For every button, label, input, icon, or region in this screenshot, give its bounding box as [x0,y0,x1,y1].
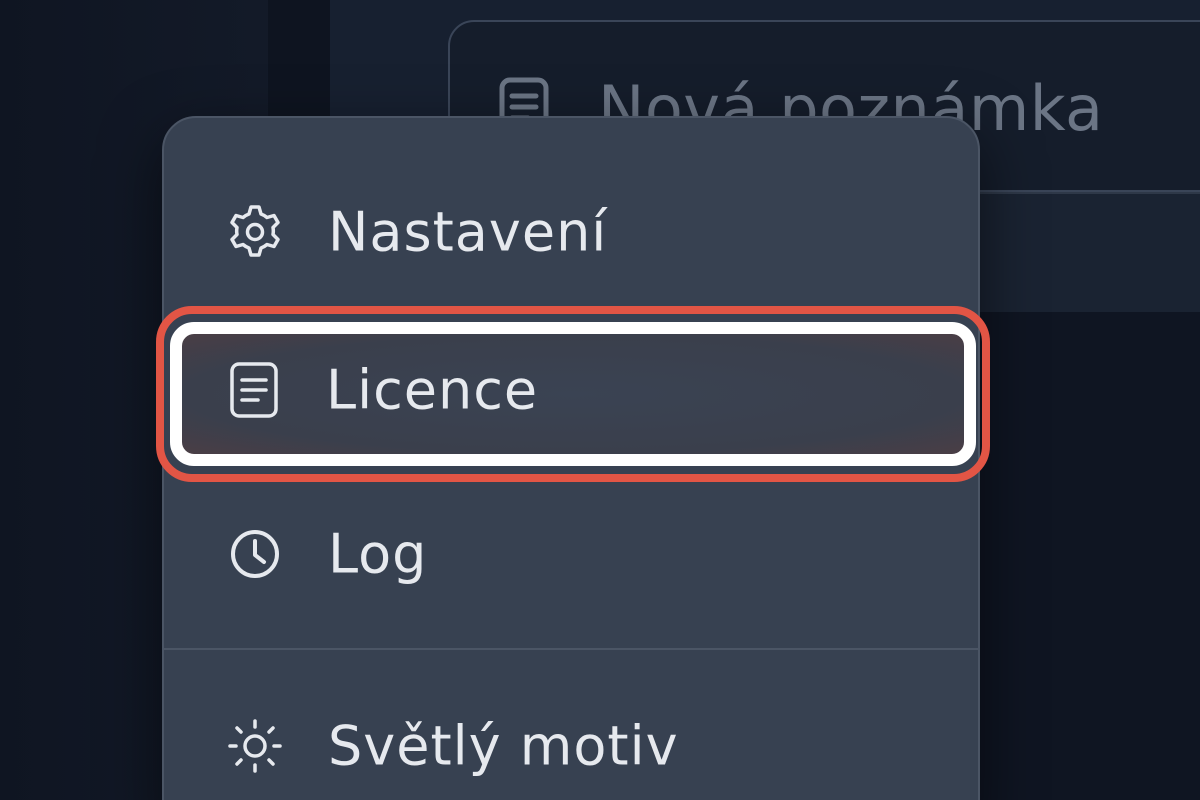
menu-item-license[interactable]: Licence [162,330,976,450]
menu-item-settings[interactable]: Nastavení [164,172,978,292]
menu-item-log[interactable]: Log [164,494,978,614]
clock-icon [231,530,279,578]
menu-divider [164,648,978,650]
app-window: Nová poznámka Nastavení Log Světlý motiv… [0,0,1200,800]
sun-icon [228,719,282,773]
menu-item-label: Nastavení [328,200,608,264]
menu-item-label: Světlý motiv [328,714,679,778]
gear-icon [230,205,280,257]
menu-item-label: Log [328,522,428,586]
document-icon [230,362,278,418]
menu-item-light-theme[interactable]: Světlý motiv [164,686,978,800]
menu-item-label: Licence [326,358,539,422]
